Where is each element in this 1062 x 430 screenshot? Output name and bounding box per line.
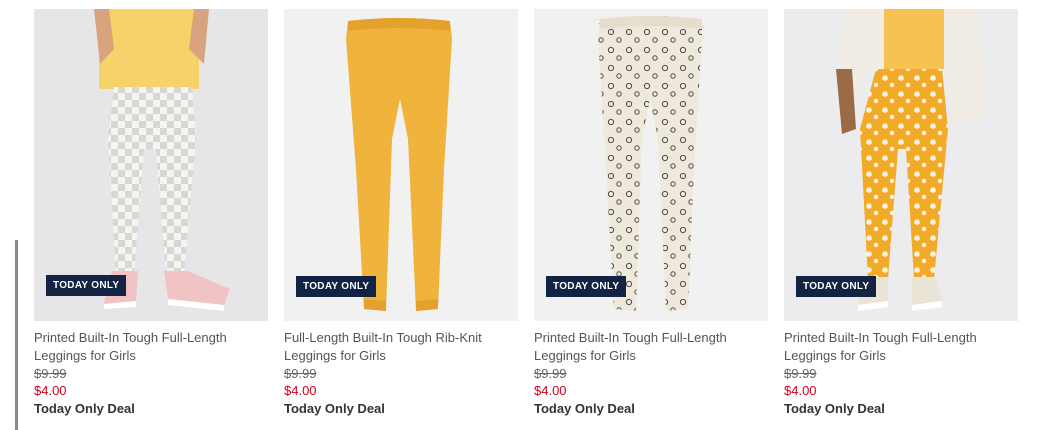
today-only-badge: TODAY ONLY	[296, 276, 377, 297]
sale-price: $4.00	[534, 383, 567, 398]
product-name[interactable]: Printed Built-In Tough Full-Length Leggi…	[534, 329, 768, 365]
product-grid: TODAY ONLY Printed Built-In Tough Full-L…	[34, 9, 1019, 430]
today-only-badge: TODAY ONLY	[546, 276, 627, 297]
original-price: $9.99	[534, 366, 567, 381]
original-price: $9.99	[284, 366, 317, 381]
product-card[interactable]: TODAY ONLY Printed Built-In Tough Full-L…	[534, 9, 768, 430]
product-image[interactable]: TODAY ONLY	[534, 9, 768, 321]
product-card[interactable]: TODAY ONLY Printed Built-In Tough Full-L…	[784, 9, 1018, 430]
product-image[interactable]: TODAY ONLY	[284, 9, 518, 321]
product-image[interactable]: TODAY ONLY	[34, 9, 268, 321]
sale-price: $4.00	[34, 383, 67, 398]
today-only-badge: TODAY ONLY	[796, 276, 877, 297]
product-name[interactable]: Printed Built-In Tough Full-Length Leggi…	[34, 329, 268, 365]
deal-label: Today Only Deal	[284, 401, 385, 416]
sale-price: $4.00	[784, 383, 817, 398]
original-price: $9.99	[34, 366, 67, 381]
deal-label: Today Only Deal	[34, 401, 135, 416]
deal-label: Today Only Deal	[784, 401, 885, 416]
scroll-indicator[interactable]	[15, 240, 18, 430]
original-price: $9.99	[784, 366, 817, 381]
product-name[interactable]: Full-Length Built-In Tough Rib-Knit Legg…	[284, 329, 518, 365]
today-only-badge: TODAY ONLY	[46, 275, 127, 296]
sale-price: $4.00	[284, 383, 317, 398]
product-card[interactable]: TODAY ONLY Full-Length Built-In Tough Ri…	[284, 9, 518, 430]
product-image[interactable]: TODAY ONLY	[784, 9, 1018, 321]
deal-label: Today Only Deal	[534, 401, 635, 416]
product-card[interactable]: TODAY ONLY Printed Built-In Tough Full-L…	[34, 9, 268, 430]
product-name[interactable]: Printed Built-In Tough Full-Length Leggi…	[784, 329, 1018, 365]
